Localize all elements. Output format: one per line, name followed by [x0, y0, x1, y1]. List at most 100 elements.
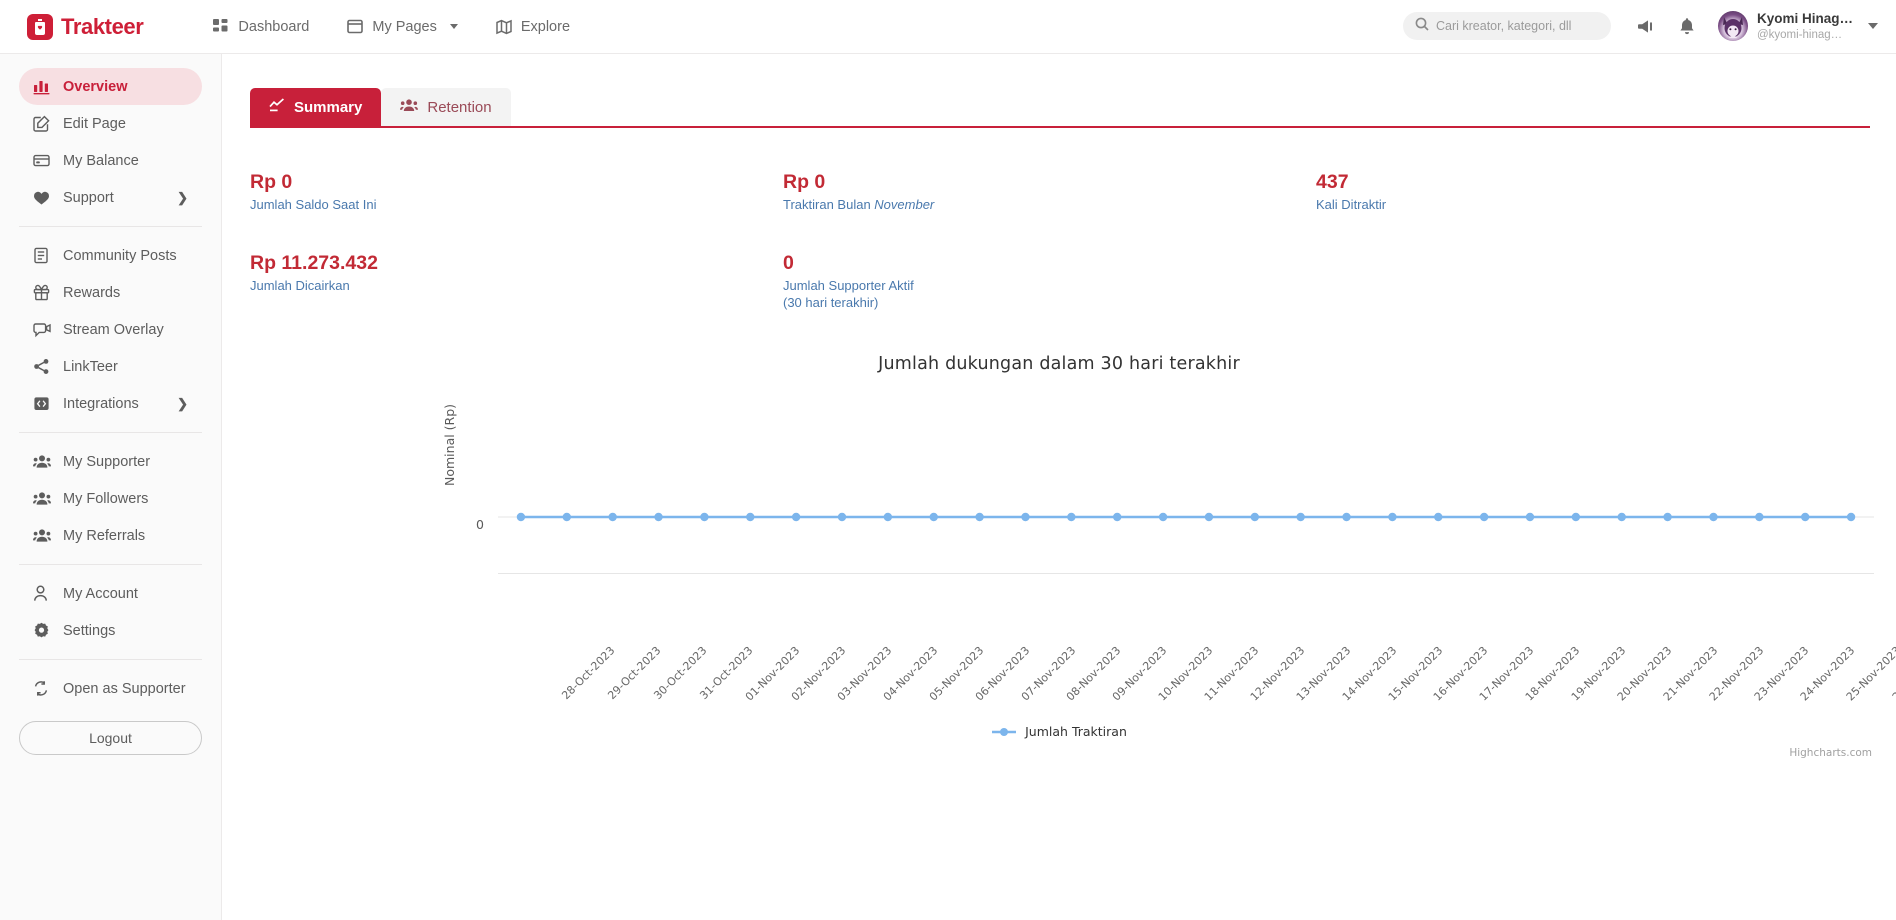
sidebar-item-stream-overlay[interactable]: Stream Overlay	[19, 311, 202, 348]
user-menu[interactable]: Kyomi Hinag… @kyomi-hinag…	[1757, 11, 1853, 41]
sidebar-item-support[interactable]: Support ❯	[19, 179, 202, 216]
chart-data-point[interactable]	[1479, 512, 1489, 522]
stat-withdrawn: Rp 11.273.432 Jumlah Dicairkan	[250, 251, 783, 312]
chart-legend[interactable]: Jumlah Traktiran	[222, 724, 1896, 739]
sidebar: Overview Edit Page My Balance Support ❯ …	[0, 54, 222, 920]
chart-data-point[interactable]	[1067, 512, 1076, 522]
sidebar-item-my-supporter[interactable]: My Supporter	[19, 443, 202, 480]
main-content: Summary Retention Rp 0 Jumlah Saldo Saat…	[222, 54, 1896, 920]
tab-summary[interactable]: Summary	[250, 88, 382, 126]
chart-data-point[interactable]	[654, 512, 663, 522]
logout-button[interactable]: Logout	[19, 721, 202, 755]
stat-active-supporters: 0 Jumlah Supporter Aktif (30 hari terakh…	[783, 251, 1316, 312]
sidebar-item-label: Open as Supporter	[63, 680, 186, 697]
chevron-right-icon: ❯	[177, 189, 188, 205]
sidebar-item-integrations[interactable]: Integrations ❯	[19, 385, 202, 422]
sidebar-item-open-as-supporter[interactable]: Open as Supporter	[19, 670, 202, 707]
stats-grid: Rp 0 Jumlah Saldo Saat Ini Rp 0 Traktira…	[250, 170, 1850, 312]
sidebar-item-my-balance[interactable]: My Balance	[19, 142, 202, 179]
chart-data-point[interactable]	[975, 512, 984, 522]
avatar[interactable]	[1717, 11, 1748, 42]
sidebar-item-label: Support	[63, 189, 114, 206]
chart-data-point[interactable]	[700, 512, 709, 522]
chart-x-axis-line	[498, 573, 1874, 574]
megaphone-icon[interactable]	[1637, 17, 1656, 36]
stat-value: 437	[1316, 171, 1349, 193]
brand-logo[interactable]: Trakteer	[27, 13, 144, 40]
stat-value: 0	[783, 251, 794, 274]
chart-data-point[interactable]	[746, 512, 755, 522]
stat-empty	[1316, 251, 1849, 312]
chart-data-point[interactable]	[1617, 512, 1626, 522]
sidebar-item-rewards[interactable]: Rewards	[19, 274, 202, 311]
chart-data-point[interactable]	[1342, 512, 1351, 522]
chart-x-axis-labels: 28-Oct-2023 29-Oct-2023 30-Oct-2023 31-Oct-…	[498, 644, 1896, 734]
chart-data-point[interactable]	[837, 512, 847, 522]
stats-row: Rp 11.273.432 Jumlah Dicairkan 0 Jumlah …	[250, 251, 1850, 312]
chart-data-point[interactable]	[791, 512, 801, 522]
sidebar-item-community-posts[interactable]: Community Posts	[19, 237, 202, 274]
sidebar-divider	[19, 659, 202, 660]
top-bar: Trakteer Dashboard My Pages Explore Cari…	[0, 0, 1896, 54]
chart-data-point[interactable]	[1158, 512, 1168, 522]
stat-label: Traktiran Bulan November	[783, 197, 935, 213]
map-icon	[496, 19, 512, 35]
chart-data-point[interactable]	[1846, 512, 1856, 522]
users-icon	[33, 491, 54, 506]
sidebar-item-my-followers[interactable]: My Followers	[19, 480, 202, 517]
sidebar-item-settings[interactable]: Settings	[19, 612, 202, 649]
user-icon	[33, 585, 54, 602]
stat-current-balance: Rp 0 Jumlah Saldo Saat Ini	[250, 170, 783, 214]
gear-icon	[33, 622, 54, 639]
stat-month-tips: Rp 0 Traktiran Bulan November	[783, 170, 1316, 214]
sidebar-item-edit-page[interactable]: Edit Page	[19, 105, 202, 142]
chart-data-point[interactable]	[516, 512, 526, 522]
chart-data-point[interactable]	[1021, 512, 1030, 522]
sidebar-item-my-account[interactable]: My Account	[19, 575, 202, 612]
tab-bar: Summary Retention	[250, 88, 511, 126]
sidebar-item-label: Community Posts	[63, 247, 177, 264]
trakteer-logo-icon	[27, 13, 53, 40]
chart-data-point[interactable]	[1204, 512, 1214, 522]
chart-data-point[interactable]	[1434, 512, 1443, 522]
chart-data-point[interactable]	[1525, 512, 1535, 522]
sidebar-item-my-referrals[interactable]: My Referrals	[19, 517, 202, 554]
chart-data-point[interactable]	[1113, 512, 1122, 522]
nav-item-dashboard[interactable]: Dashboard	[213, 18, 309, 35]
chart-y-tick: 0	[476, 517, 484, 532]
chart-data-point[interactable]	[1296, 512, 1305, 522]
chart-data-point[interactable]	[608, 512, 617, 522]
nav-item-explore[interactable]: Explore	[496, 19, 570, 35]
chart-data-point[interactable]	[1250, 512, 1259, 522]
stat-label: Jumlah Saldo Saat Ini	[250, 197, 377, 213]
nav-label: Explore	[520, 18, 571, 35]
stat-value: Rp 0	[250, 171, 293, 193]
chart-data-point[interactable]	[1709, 512, 1718, 522]
chart-data-point[interactable]	[929, 512, 938, 522]
chart-data-point[interactable]	[1388, 512, 1397, 522]
chart-data-point[interactable]	[883, 512, 893, 522]
chevron-down-icon	[449, 24, 458, 29]
sidebar-item-linkteer[interactable]: LinkTeer	[19, 348, 202, 385]
chart-data-point[interactable]	[1571, 512, 1581, 522]
nav-item-my-pages[interactable]: My Pages	[347, 18, 458, 35]
nav-label: My Pages	[372, 18, 437, 35]
sidebar-divider	[19, 564, 202, 565]
tab-retention[interactable]: Retention	[381, 88, 511, 126]
chart-data-point[interactable]	[1801, 512, 1810, 522]
window-icon	[347, 19, 364, 34]
chart-data-point[interactable]	[1755, 512, 1764, 522]
chevron-down-icon[interactable]	[1868, 23, 1878, 30]
chart-data-point[interactable]	[1663, 512, 1672, 522]
chart-data-point[interactable]	[562, 512, 571, 522]
users-icon	[33, 528, 54, 543]
sidebar-item-overview[interactable]: Overview	[19, 68, 202, 105]
bell-icon[interactable]	[1678, 17, 1696, 36]
gift-icon	[33, 284, 54, 301]
sidebar-item-label: Rewards	[63, 284, 121, 301]
logout-label: Logout	[89, 730, 132, 746]
search-input[interactable]	[1435, 19, 1599, 34]
top-nav: Dashboard My Pages Explore	[213, 18, 570, 35]
sidebar-divider	[19, 432, 202, 433]
search-box[interactable]	[1402, 12, 1611, 41]
